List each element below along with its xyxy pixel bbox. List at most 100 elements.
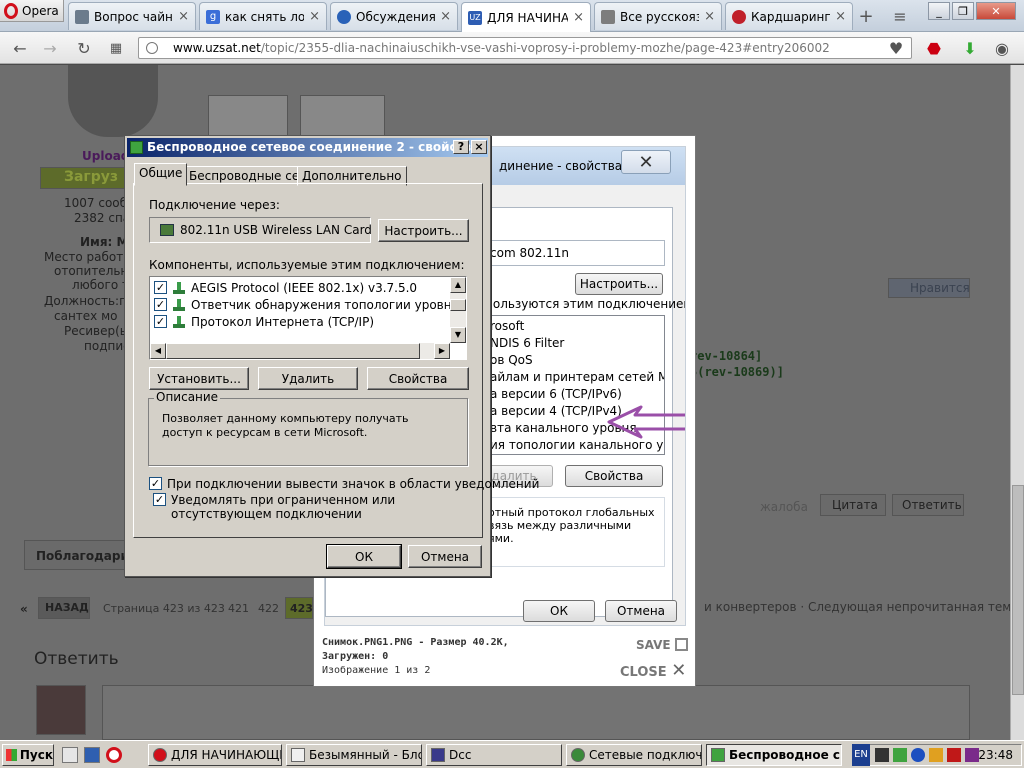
tab-general[interactable]: Общие <box>134 163 188 186</box>
network-connection-icon <box>711 748 725 762</box>
taskbar-item-network-connections[interactable]: Сетевые подключ... <box>566 744 702 766</box>
tray-app-icon[interactable] <box>965 748 979 762</box>
checkbox[interactable]: ✓ <box>154 281 167 294</box>
tab-menu-icon[interactable]: ≡ <box>890 6 910 26</box>
save-disk-icon <box>674 638 688 651</box>
reply-post-button-label: Ответить <box>902 498 962 512</box>
tab-close-icon[interactable]: × <box>178 9 189 24</box>
tab-label: ДЛЯ НАЧИНАЮЩ <box>487 10 569 25</box>
window-close-icon[interactable]: ✕ <box>976 2 1016 20</box>
user-info-line: Место работы <box>44 250 133 264</box>
taskbar-item-notepad[interactable]: Безымянный - Блок... <box>286 744 422 766</box>
next-topic-link[interactable]: и конвертеров · Следующая непрочитанная … <box>704 600 1010 614</box>
bookmark-heart-icon[interactable]: ♥ <box>886 38 906 58</box>
tab-close-icon[interactable]: × <box>835 9 846 24</box>
page-link-422[interactable]: 422 <box>258 602 279 615</box>
install-button[interactable]: Установить... <box>149 367 249 390</box>
restore-icon[interactable]: ❐ <box>952 2 974 20</box>
list-item[interactable]: ✓ AEGIS Protocol (IEEE 802.1x) v3.7.5.0 <box>154 279 417 296</box>
components-list[interactable]: ✓ AEGIS Protocol (IEEE 802.1x) v3.7.5.0 … <box>149 276 467 360</box>
minimize-icon[interactable]: _ <box>928 2 950 20</box>
scrollbar-thumb[interactable] <box>1012 485 1024 695</box>
tab-close-icon[interactable]: × <box>573 10 584 25</box>
word-icon[interactable] <box>84 747 100 763</box>
show-desktop-icon[interactable] <box>62 747 78 763</box>
configure-button[interactable]: Настроить... <box>378 219 469 242</box>
notify-option-label: Уведомлять при ограниченном или отсутств… <box>171 493 396 521</box>
speed-dial-icon[interactable]: ▦ <box>106 38 126 58</box>
quote-button-label: Цитата <box>832 498 878 512</box>
vista-components-label: пользуются этим подключением: <box>485 297 686 311</box>
connect-via-label: Подключение через: <box>149 198 280 212</box>
list-item[interactable]: ✓ Протокол Интернета (TCP/IP) <box>154 313 374 330</box>
lightbox-close-button[interactable]: CLOSE ✕ <box>620 660 686 681</box>
lightbox-save-button[interactable]: SAVE <box>636 638 688 652</box>
checkbox[interactable]: ✓ <box>149 477 162 490</box>
bluetooth-icon[interactable] <box>911 748 925 762</box>
reload-icon[interactable]: ↻ <box>74 38 94 58</box>
site-info-icon[interactable] <box>146 42 158 54</box>
url-path: /topic/2355-dlia-nachinaiuschikh-vse-vas… <box>260 41 830 55</box>
reply-editor[interactable] <box>102 685 970 740</box>
scroll-thumb[interactable] <box>450 299 466 311</box>
account-icon[interactable]: ◉ <box>992 38 1012 58</box>
browser-tab[interactable]: Вопрос чайника × <box>68 2 196 30</box>
notify-option[interactable]: ✓ Уведомлять при ограниченном или отсутс… <box>153 493 473 521</box>
dialog-titlebar[interactable]: Беспроводное сетевое соединение 2 - свой… <box>127 138 488 157</box>
new-tab-icon[interactable]: + <box>856 6 876 27</box>
tab-close-icon[interactable]: × <box>440 9 451 24</box>
antivirus-icon[interactable] <box>947 748 961 762</box>
scroll-up-icon[interactable]: ▲ <box>450 277 466 293</box>
help-button[interactable]: ? <box>453 140 469 154</box>
vista-description-line: отный протокол глобальных <box>488 506 655 519</box>
scroll-left-icon[interactable]: ◀ <box>150 343 166 359</box>
ok-button[interactable]: ОК <box>326 544 402 569</box>
scroll-down-icon[interactable]: ▼ <box>450 327 466 343</box>
report-link[interactable]: жалоба <box>760 500 808 514</box>
list-item[interactable]: ✓ Ответчик обнаружения топологии уровня … <box>154 296 466 313</box>
taskbar-item-opera[interactable]: ДЛЯ НАЧИНАЮЩИ... <box>148 744 282 766</box>
checkbox[interactable]: ✓ <box>154 315 167 328</box>
adblock-icon[interactable]: ⬣ <box>924 38 944 58</box>
url-input[interactable]: www.uzsat.net/topic/2355-dlia-nachinaius… <box>138 37 912 59</box>
show-icon-option[interactable]: ✓ При подключении вывести значок в облас… <box>149 475 539 492</box>
properties-button[interactable]: Свойства <box>367 367 469 390</box>
checkbox[interactable]: ✓ <box>154 298 167 311</box>
language-indicator[interactable]: EN <box>852 744 870 766</box>
page-scrollbar[interactable] <box>1010 65 1024 740</box>
back-icon[interactable]: ← <box>10 38 30 58</box>
tab-close-icon[interactable]: × <box>704 9 715 24</box>
forward-icon[interactable]: → <box>40 38 60 58</box>
image-caption-index: Изображение 1 из 2 <box>322 665 431 676</box>
checkbox[interactable]: ✓ <box>153 493 166 506</box>
network-connection-icon <box>130 141 143 154</box>
cancel-button[interactable]: Отмена <box>408 545 482 568</box>
general-tab-page: Подключение через: 802.11n USB Wireless … <box>133 183 539 538</box>
page-link-421[interactable]: 421 <box>228 602 249 615</box>
browser-tab[interactable]: Обсуждения, в × <box>330 2 458 30</box>
dialog-close-button[interactable]: × <box>471 140 487 154</box>
download-icon[interactable]: ⬇ <box>960 38 980 58</box>
monitor-icon[interactable] <box>875 748 889 762</box>
attachment-thumbnail[interactable] <box>208 95 288 137</box>
scroll-right-icon[interactable]: ▶ <box>434 343 450 359</box>
scroll-thumb[interactable] <box>166 343 420 359</box>
network-tray-icon[interactable] <box>893 748 907 762</box>
browser-tab[interactable]: Кардшаринг с × <box>725 2 853 30</box>
vista-cancel-button: Отмена <box>605 600 677 622</box>
url-host: www.uzsat.net <box>173 41 261 55</box>
taskbar-item-dcc[interactable]: Dcc <box>426 744 562 766</box>
start-button[interactable]: Пуск <box>2 744 54 766</box>
remove-button[interactable]: Удалить <box>258 367 358 390</box>
pagination-first-icon[interactable]: « <box>20 602 28 616</box>
opera-menu-button[interactable]: Opera <box>0 0 64 22</box>
save-label: SAVE <box>636 638 671 652</box>
attachment-thumbnail[interactable] <box>300 95 385 137</box>
browser-tab[interactable]: g как снять лог × <box>199 2 327 30</box>
browser-tab-active[interactable]: UZ ДЛЯ НАЧИНАЮЩ × <box>461 2 591 32</box>
browser-tab[interactable]: Все русскоязы × <box>594 2 722 30</box>
tab-close-icon[interactable]: × <box>309 9 320 24</box>
taskbar-item-wireless-properties[interactable]: Беспроводное с... <box>706 744 842 766</box>
warning-icon[interactable] <box>929 748 943 762</box>
opera-quicklaunch-icon[interactable] <box>106 747 122 763</box>
